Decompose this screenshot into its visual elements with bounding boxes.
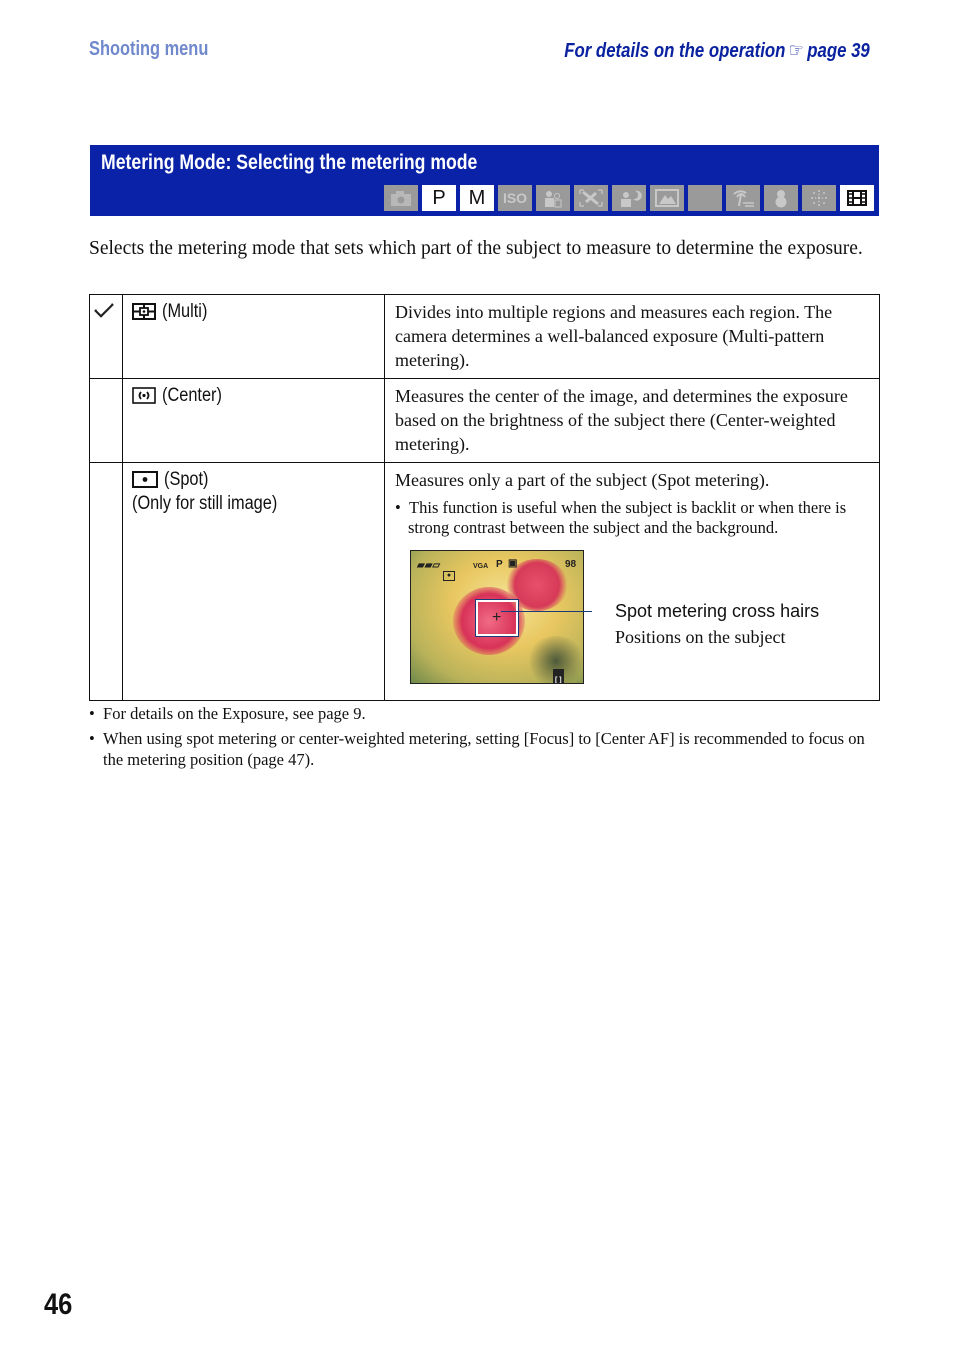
notes-list: • For details on the Exposure, see page … <box>89 703 881 774</box>
mode-description: Divides into multiple regions and measur… <box>384 294 880 379</box>
callout-subtitle: Positions on the subject <box>615 627 786 647</box>
note-text: When using spot metering or center-weigh… <box>103 729 865 769</box>
image-size-indicator: VGA <box>473 563 489 570</box>
mode-icon-bar: P M ISO <box>384 185 874 211</box>
lcd-preview-figure: ▰▰▱ VGA P ▣ 98 ● [ ] + Spot metering cro… <box>395 544 871 694</box>
mode-sublabel: (Only for still image) <box>132 493 278 514</box>
shots-remaining: 98 <box>565 559 577 570</box>
movie-mode-icon <box>840 185 874 211</box>
soft-snap-icon <box>536 185 570 211</box>
section-title: Shooting menu <box>89 38 209 60</box>
page-title: Metering Mode: Selecting the metering mo… <box>101 151 478 174</box>
center-metering-icon <box>132 387 156 404</box>
lcd-screen-image: ▰▰▱ VGA P ▣ 98 ● [ ] + <box>410 550 584 684</box>
landscape-icon <box>650 185 684 211</box>
mode-label: (Multi) <box>162 301 208 322</box>
twilight-icon <box>688 185 722 211</box>
default-cell <box>89 378 123 463</box>
default-checkmark-icon <box>94 303 114 318</box>
details-link[interactable]: For details on the operation ☞ page 39 <box>564 38 870 63</box>
memory-icon: ▣ <box>508 558 518 569</box>
fireworks-icon <box>802 185 836 211</box>
multi-metering-icon <box>132 303 156 320</box>
focus-frame-indicator: [ ] <box>553 669 564 683</box>
program-mode-icon: P <box>422 185 456 211</box>
note-text: For details on the Exposure, see page 9. <box>103 704 366 723</box>
details-prefix: For details on the operation <box>564 40 786 62</box>
metering-mode-table: (Multi) Divides into multiple regions an… <box>89 294 880 701</box>
mode-description: Measures only a part of the subject (Spo… <box>395 470 770 490</box>
table-row: (Multi) Divides into multiple regions an… <box>89 294 880 379</box>
note-item: • When using spot metering or center-wei… <box>89 729 865 769</box>
table-row: (Spot) (Only for still image) Measures o… <box>89 462 880 701</box>
page-number: 46 <box>44 1288 73 1321</box>
mode-name-cell: (Multi) <box>122 294 385 379</box>
spot-note-text: This function is useful when the subject… <box>408 498 847 537</box>
title-banner: Metering Mode: Selecting the metering mo… <box>90 145 879 216</box>
mode-label: (Center) <box>162 385 222 406</box>
beach-icon <box>726 185 760 211</box>
lcd-mode-indicator: P <box>496 559 503 570</box>
mode-description: Measures the center of the image, and de… <box>384 378 880 463</box>
crosshair-icon: + <box>492 609 502 626</box>
twilight-portrait-icon <box>612 185 646 211</box>
high-sensitivity-icon: ISO <box>498 185 532 211</box>
spot-metering-icon <box>132 471 158 488</box>
battery-icon: ▰▰▱ <box>417 560 441 571</box>
note-item: • For details on the Exposure, see page … <box>89 704 366 723</box>
callout-title: Spot metering cross hairs <box>615 601 820 621</box>
mode-label: (Spot) <box>164 469 209 490</box>
sports-icon <box>574 185 608 211</box>
spot-crosshair-frame: + <box>475 599 519 637</box>
table-row: (Center) Measures the center of the imag… <box>89 378 880 463</box>
details-page: page 39 <box>807 40 870 62</box>
spot-note: • This function is useful when the subje… <box>395 498 847 537</box>
manual-mode-icon: M <box>460 185 494 211</box>
mode-description-cell: Measures only a part of the subject (Spo… <box>384 462 880 701</box>
intro-paragraph: Selects the metering mode that sets whic… <box>89 238 863 259</box>
mode-name-cell: (Center) <box>122 378 385 463</box>
auto-camera-icon <box>384 185 418 211</box>
spot-metering-indicator-icon: ● <box>443 571 455 581</box>
callout-line <box>501 611 592 612</box>
snow-icon <box>764 185 798 211</box>
default-cell <box>89 294 123 379</box>
mode-name-cell: (Spot) (Only for still image) <box>122 462 385 701</box>
pointing-hand-icon: ☞ <box>789 40 805 62</box>
default-cell <box>89 462 123 701</box>
